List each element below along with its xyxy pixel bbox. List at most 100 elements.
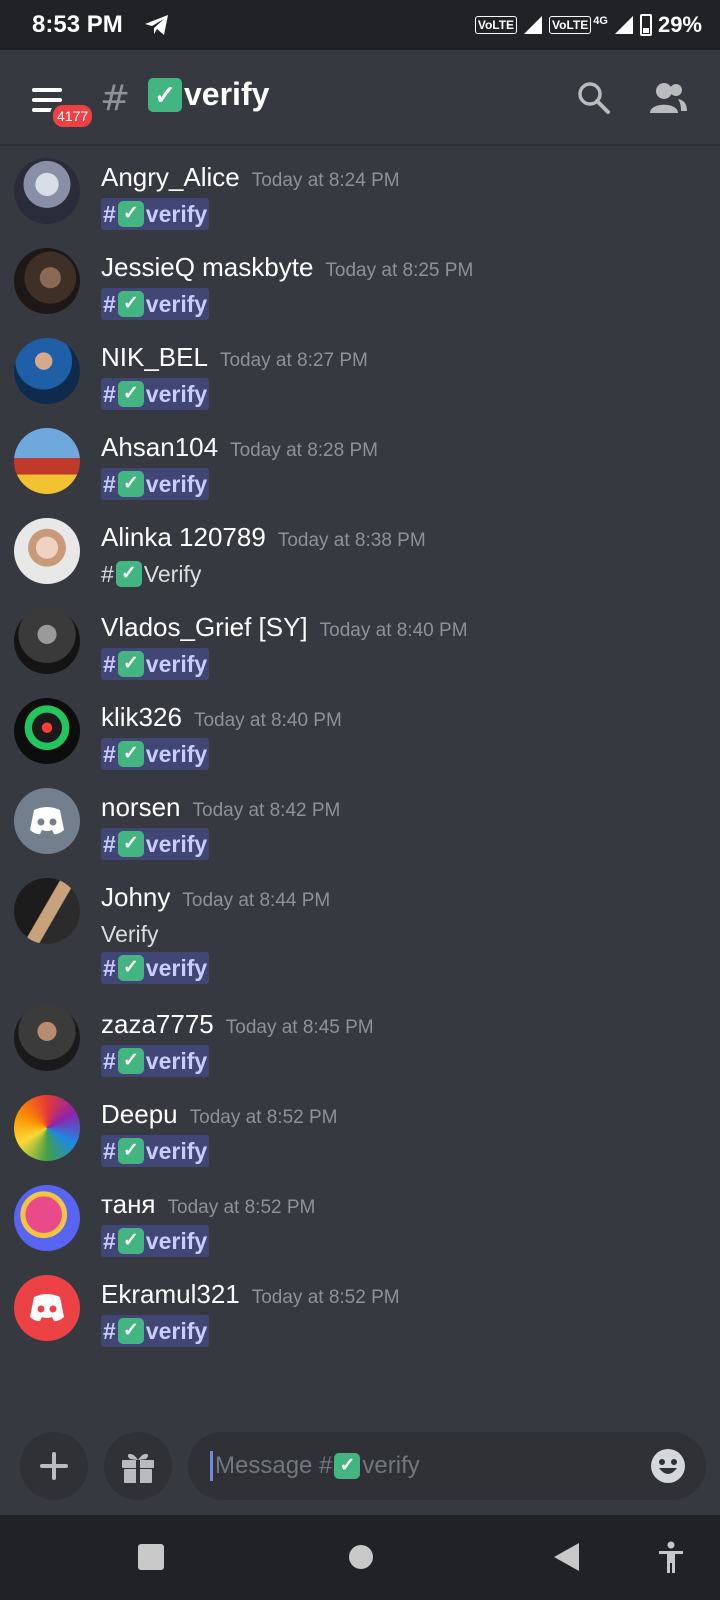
channel-hash-icon: # [100, 78, 131, 119]
check-emoji-icon: ✓ [117, 1318, 144, 1344]
accessibility-icon[interactable] [656, 1541, 686, 1575]
recents-icon[interactable] [137, 1543, 165, 1571]
hamburger-icon [32, 88, 62, 92]
discord-icon [30, 1294, 64, 1322]
discord-logo-avatar[interactable] [14, 1275, 80, 1341]
add-attachment-button[interactable] [20, 1432, 88, 1500]
battery-icon [639, 14, 652, 36]
plus-icon [40, 1452, 68, 1480]
username[interactable]: Alinka 120789 [101, 522, 266, 552]
timestamp: Today at 8:27 PM [219, 350, 368, 371]
timestamp: Today at 8:25 PM [325, 260, 474, 281]
avatar[interactable] [14, 1005, 80, 1071]
avatar[interactable] [14, 248, 80, 314]
avatar[interactable] [14, 878, 80, 944]
channel-mention[interactable]: # ✓ verify [101, 648, 210, 680]
channel-mention[interactable]: # ✓ verify [101, 952, 210, 984]
timestamp: Today at 8:38 PM [277, 530, 426, 551]
username[interactable]: norsen [101, 792, 181, 822]
emoji-picker-icon[interactable] [650, 1448, 686, 1484]
username[interactable]: Ekramul321 [101, 1279, 240, 1309]
check-emoji-icon: ✓ [148, 77, 182, 112]
username[interactable]: NIK_BEL [101, 342, 208, 372]
check-emoji-icon: ✓ [117, 1048, 144, 1074]
avatar[interactable] [14, 518, 80, 584]
status-bar: 8:53 PM VoLTE VoLTE 4G 29% [0, 0, 720, 50]
check-emoji-icon: ✓ [117, 381, 144, 407]
message-list[interactable]: Angry_Alice Today at 8:24 PM # ✓ verify Jes… [0, 148, 720, 1398]
check-emoji-icon: ✓ [117, 831, 144, 857]
username[interactable]: Ahsan104 [101, 432, 218, 462]
timestamp: Today at 8:45 PM [225, 1017, 374, 1038]
message-input-placeholder: Message # ✓ verify [210, 1451, 420, 1481]
avatar[interactable] [14, 428, 80, 494]
timestamp: Today at 8:40 PM [193, 710, 342, 731]
gift-icon [122, 1453, 154, 1483]
members-icon[interactable] [648, 80, 688, 116]
channel-mention[interactable]: # ✓ verify [101, 468, 210, 500]
check-emoji-icon: ✓ [117, 1138, 144, 1164]
username[interactable]: Johny [101, 882, 170, 912]
channel-mention[interactable]: # ✓ verify [101, 828, 210, 860]
notification-badge: 4177 [50, 102, 96, 130]
text-caret [210, 1451, 213, 1481]
volte-indicator-2: VoLTE [549, 16, 592, 34]
channel-mention[interactable]: # ✓ verify [101, 1225, 210, 1257]
telegram-icon [145, 15, 168, 35]
home-icon[interactable] [348, 1544, 374, 1570]
avatar[interactable] [14, 608, 80, 674]
timestamp: Today at 8:42 PM [192, 800, 341, 821]
avatar[interactable] [14, 698, 80, 764]
username[interactable]: таня [101, 1189, 156, 1219]
network-type: 4G [593, 15, 608, 27]
avatar[interactable] [14, 1095, 80, 1161]
discord-logo-avatar[interactable] [14, 788, 80, 854]
timestamp: Today at 8:44 PM [182, 890, 331, 911]
back-icon[interactable] [552, 1542, 580, 1572]
channel-mention[interactable]: # ✓ verify [101, 378, 210, 410]
battery-percent: 29% [657, 12, 702, 37]
signal-icon-2 [614, 16, 633, 34]
channel-mention[interactable]: # ✓ verify [101, 288, 210, 320]
channel-title[interactable]: ✓ verify [148, 76, 269, 113]
avatar[interactable] [14, 1185, 80, 1251]
check-emoji-icon: ✓ [334, 1453, 361, 1479]
channel-mention[interactable]: # ✓ verify [101, 1135, 210, 1167]
check-emoji-icon: ✓ [117, 291, 144, 317]
check-emoji-icon: ✓ [117, 471, 144, 497]
timestamp: Today at 8:40 PM [319, 620, 468, 641]
channel-mention[interactable]: # ✓ verify [101, 1045, 210, 1077]
timestamp: Today at 8:52 PM [189, 1107, 338, 1128]
signal-icon [524, 16, 543, 34]
message-input[interactable]: Message # ✓ verify [188, 1432, 706, 1500]
check-emoji-icon: ✓ [117, 201, 144, 227]
channel-mention[interactable]: # ✓ verify [101, 198, 210, 230]
check-emoji-icon: ✓ [117, 1228, 144, 1254]
check-emoji-icon: ✓ [115, 561, 142, 587]
channel-name: verify [184, 76, 270, 112]
channel-header: 4177 # ✓ verify [0, 50, 720, 146]
check-emoji-icon: ✓ [117, 955, 144, 981]
username[interactable]: JessieQ maskbyte [101, 252, 313, 282]
channel-mention[interactable]: # ✓ verify [101, 738, 210, 770]
avatar[interactable] [14, 158, 80, 224]
timestamp: Today at 8:24 PM [251, 170, 400, 191]
check-emoji-icon: ✓ [117, 741, 144, 767]
gift-button[interactable] [104, 1432, 172, 1500]
timestamp: Today at 8:28 PM [230, 440, 378, 461]
channel-mention[interactable]: # ✓ verify [101, 1315, 210, 1347]
username[interactable]: Deepu [101, 1099, 178, 1129]
username[interactable]: zaza7775 [101, 1009, 214, 1039]
username[interactable]: Angry_Alice [101, 162, 240, 192]
message-text: # ✓ Verify [101, 560, 202, 587]
system-nav-bar [0, 1515, 720, 1600]
timestamp: Today at 8:52 PM [167, 1197, 316, 1218]
status-time: 8:53 PM [32, 11, 123, 38]
avatar[interactable] [14, 338, 80, 404]
discord-icon [30, 807, 64, 835]
search-icon[interactable] [576, 80, 612, 116]
username[interactable]: Vlados_Grief [SY] [101, 612, 308, 642]
username[interactable]: klik326 [101, 702, 182, 732]
message-text: Verify [101, 920, 159, 947]
volte-indicator: VoLTE [474, 16, 518, 34]
